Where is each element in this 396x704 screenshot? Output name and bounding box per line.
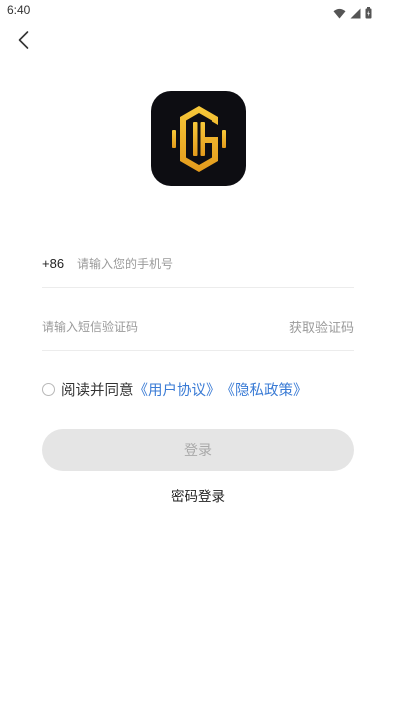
- agreement-checkbox[interactable]: [42, 382, 55, 396]
- wifi-icon: [333, 4, 346, 23]
- verification-code-input[interactable]: [42, 319, 289, 334]
- chevron-left-icon: [12, 31, 36, 56]
- privacy-policy-link[interactable]: 《隐私政策》: [221, 379, 308, 400]
- get-code-button[interactable]: 获取验证码: [289, 317, 354, 336]
- status-time: 6:40: [7, 3, 31, 17]
- phone-input[interactable]: [77, 256, 354, 271]
- login-button[interactable]: 登录: [42, 429, 354, 471]
- back-button[interactable]: [12, 28, 36, 52]
- user-agreement-link[interactable]: 《用户协议》: [134, 379, 221, 400]
- app-logo: [151, 91, 246, 186]
- agreement-row: 阅读并同意 《用户协议》 《隐私政策》: [42, 378, 308, 400]
- signal-icon: [350, 4, 361, 23]
- logo-mark-icon: [171, 105, 226, 172]
- status-icons: [333, 4, 372, 23]
- status-bar: 6:40: [0, 0, 396, 22]
- password-login-link[interactable]: 密码登录: [0, 485, 396, 505]
- battery-icon: [365, 4, 372, 23]
- agreement-prefix: 阅读并同意: [61, 382, 134, 399]
- verification-code-row: 获取验证码: [42, 303, 354, 351]
- country-code[interactable]: +86: [42, 256, 77, 271]
- phone-row: +86: [42, 240, 354, 288]
